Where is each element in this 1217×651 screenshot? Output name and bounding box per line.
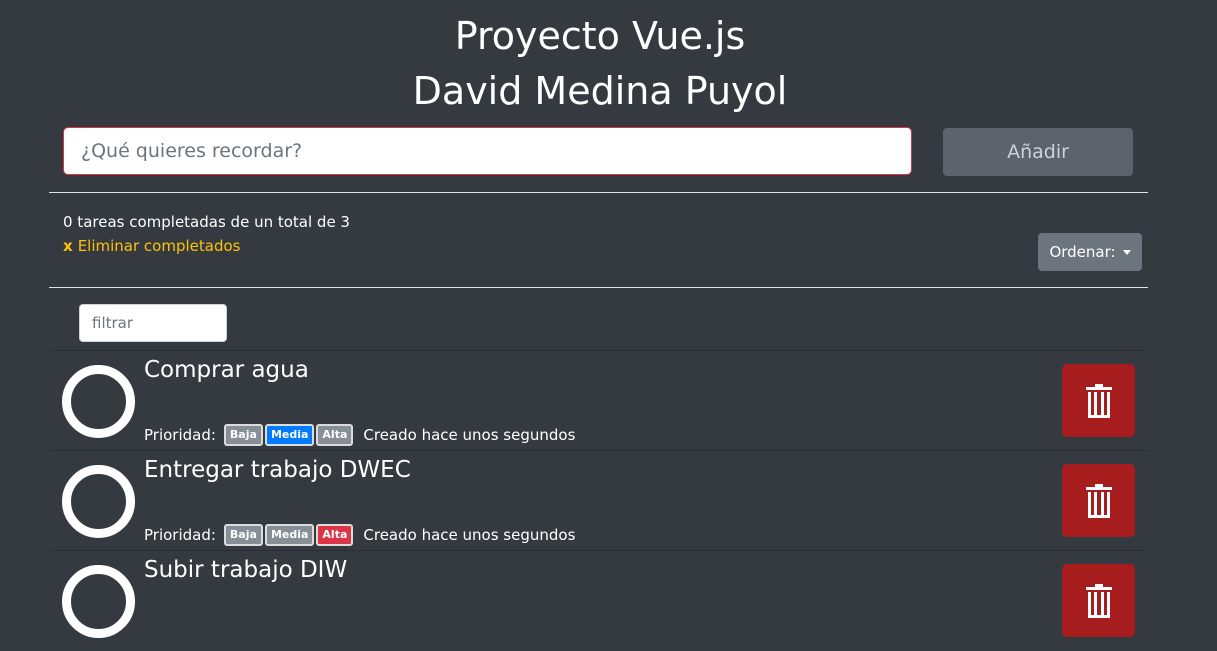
complete-toggle-icon[interactable]	[62, 465, 135, 538]
task-item: Comprar agua Prioridad: Baja Media Alta …	[49, 350, 1148, 451]
task-meta: Prioridad: Baja Media Alta Creado hace u…	[144, 524, 575, 546]
caret-down-icon	[1122, 249, 1131, 255]
priority-label: Prioridad:	[144, 426, 216, 444]
task-title: Comprar agua	[144, 357, 309, 383]
remove-completed-label: Eliminar completados	[77, 237, 241, 255]
delete-button[interactable]	[1062, 564, 1135, 637]
priority-badge-baja[interactable]: Baja	[223, 524, 263, 546]
sort-label: Ordenar:	[1049, 243, 1116, 261]
divider	[49, 287, 1148, 288]
completed-summary: 0 tareas completadas de un total de 3	[63, 213, 350, 231]
filter-input[interactable]	[79, 304, 227, 342]
task-meta: Prioridad: Baja Media Alta Creado hace u…	[144, 424, 575, 446]
author-name: David Medina Puyol	[412, 69, 788, 113]
priority-label: Prioridad:	[144, 526, 216, 544]
complete-toggle-icon[interactable]	[62, 365, 135, 438]
task-item: Entregar trabajo DWEC Prioridad: Baja Me…	[49, 450, 1148, 551]
task-title: Subir trabajo DIW	[144, 557, 348, 583]
delete-button[interactable]	[1062, 464, 1135, 537]
page-title: Proyecto Vue.js	[454, 14, 746, 58]
remove-x-icon: x	[63, 237, 73, 255]
delete-button[interactable]	[1062, 364, 1135, 437]
trash-icon	[1085, 483, 1112, 518]
priority-badge-alta[interactable]: Alta	[316, 424, 354, 446]
priority-badge-alta[interactable]: Alta	[316, 524, 354, 546]
divider	[49, 192, 1148, 193]
priority-badge-media[interactable]: Media	[264, 424, 315, 446]
complete-toggle-icon[interactable]	[62, 565, 135, 638]
task-title: Entregar trabajo DWEC	[144, 457, 411, 483]
priority-badge-media[interactable]: Media	[264, 524, 315, 546]
trash-icon	[1085, 583, 1112, 618]
sort-dropdown-button[interactable]: Ordenar:	[1038, 233, 1142, 271]
task-item: Subir trabajo DIW	[49, 550, 1148, 651]
remove-completed-link[interactable]: x Eliminar completados	[63, 237, 240, 255]
new-task-input[interactable]	[63, 127, 912, 175]
add-button[interactable]: Añadir	[943, 128, 1133, 176]
created-time: Creado hace unos segundos	[363, 426, 576, 444]
created-time: Creado hace unos segundos	[363, 526, 576, 544]
priority-badge-baja[interactable]: Baja	[223, 424, 263, 446]
trash-icon	[1085, 383, 1112, 418]
